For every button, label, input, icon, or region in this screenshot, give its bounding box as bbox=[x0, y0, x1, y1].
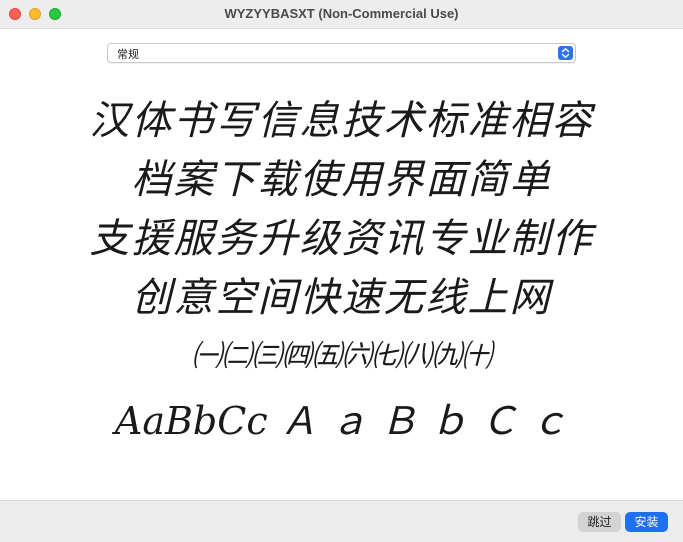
preview-line: 支援服务升级资讯专业制作 bbox=[89, 216, 594, 262]
chevron-up-down-icon bbox=[558, 46, 573, 60]
preview-line-numerals: ㈠㈡㈢㈣㈤㈥㈦㈧㈨㈩ bbox=[191, 339, 492, 374]
window-title: WYZYYBASXT (Non-Commercial Use) bbox=[224, 6, 459, 21]
title-bar: WYZYYBASXT (Non-Commercial Use) bbox=[0, 0, 683, 29]
preview-line: 创意空间快速无线上网 bbox=[131, 275, 552, 321]
preview-line: 档案下载使用界面简单 bbox=[131, 157, 552, 203]
footer-bar: 跳过 安装 bbox=[0, 500, 683, 542]
skip-button[interactable]: 跳过 bbox=[578, 512, 621, 532]
style-select-value: 常规 bbox=[117, 48, 139, 61]
style-select[interactable]: 常规 bbox=[107, 43, 576, 63]
install-button[interactable]: 安装 bbox=[625, 512, 668, 532]
font-preview-window: WYZYYBASXT (Non-Commercial Use) 常规 汉体书写信… bbox=[0, 0, 683, 542]
preview-line-latin: AaBbCc Ａ ａ Ｂ ｂ Ｃ ｃ bbox=[114, 399, 569, 443]
font-preview: 汉体书写信息技术标准相容 档案下载使用界面简单 支援服务升级资讯专业制作 创意空… bbox=[0, 92, 683, 452]
preview-line: 汉体书写信息技术标准相容 bbox=[89, 98, 594, 144]
